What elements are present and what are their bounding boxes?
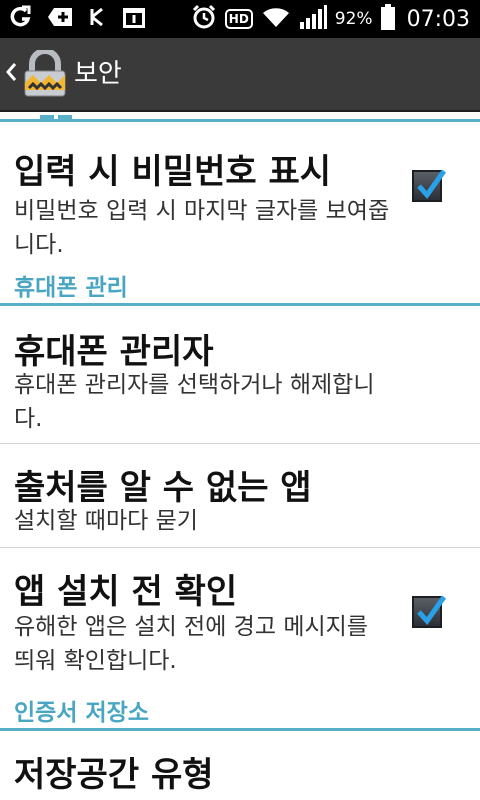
- alarm-icon: [191, 4, 217, 34]
- setting-verify-apps[interactable]: 앱 설치 전 확인 유해한 앱은 설치 전에 경고 메시지를 띄워 확인합니다.: [0, 548, 480, 685]
- page-title: 보안: [74, 59, 122, 89]
- lock-icon[interactable]: [20, 48, 70, 102]
- checkmark-icon: [417, 169, 447, 200]
- section-header-device-admin: 휴대폰 관리: [0, 260, 480, 306]
- status-bar: HD 92% 07:03: [0, 0, 480, 38]
- battery-percent: 92%: [334, 9, 373, 29]
- setting-title: 저장공간 유형: [14, 755, 214, 795]
- setting-title: 출처를 알 수 없는 앱: [14, 468, 312, 508]
- hd-voice-icon: HD: [224, 9, 253, 29]
- setting-title: 휴대폰 관리자: [14, 332, 214, 372]
- section-header-cut-off: [0, 110, 480, 122]
- section-label: 인증서 저장소: [14, 700, 149, 726]
- wifi-icon: [261, 5, 291, 33]
- clock: 07:03: [406, 6, 470, 32]
- checkmark-icon: [417, 595, 447, 626]
- status-right-icons: HD 92% 07:03: [191, 4, 470, 34]
- calendar-icon: [122, 5, 146, 33]
- plus-badge-icon: [46, 6, 74, 32]
- show-password-checkbox[interactable]: [412, 169, 447, 202]
- settings-list[interactable]: 입력 시 비밀번호 표시 비밀번호 입력 시 마지막 글자를 보여줍니다. 휴대…: [0, 110, 480, 800]
- usb-debug-icon: [88, 5, 108, 33]
- circle-arrow-icon: [10, 5, 32, 33]
- status-left-icons: [10, 5, 146, 33]
- setting-device-administrators[interactable]: 휴대폰 관리자 휴대폰 관리자를 선택하거나 해제합니다.: [0, 306, 480, 443]
- section-header-credential-storage: 인증서 저장소: [0, 685, 480, 731]
- setting-storage-type[interactable]: 저장공간 유형: [0, 731, 480, 800]
- setting-unknown-sources[interactable]: 출처를 알 수 없는 앱 설치할 때마다 묻기: [0, 444, 480, 547]
- verify-apps-checkbox[interactable]: [412, 595, 447, 628]
- setting-title: 입력 시 비밀번호 표시: [14, 152, 332, 192]
- chevron-left-icon[interactable]: [4, 60, 18, 88]
- setting-summary: 유해한 앱은 설치 전에 경고 메시지를 띄워 확인합니다.: [14, 614, 368, 674]
- action-bar: 보안: [0, 38, 480, 112]
- setting-title: 앱 설치 전 확인: [14, 572, 238, 612]
- signal-icon: [299, 4, 327, 34]
- setting-summary: 휴대폰 관리자를 선택하거나 해제합니다.: [14, 372, 375, 432]
- setting-summary: 설치할 때마다 묻기: [14, 508, 198, 534]
- section-label-clipped: [40, 110, 88, 119]
- setting-show-password[interactable]: 입력 시 비밀번호 표시 비밀번호 입력 시 마지막 글자를 보여줍니다.: [0, 122, 480, 260]
- battery-icon: [380, 4, 395, 34]
- setting-summary: 비밀번호 입력 시 마지막 글자를 보여줍니다.: [14, 198, 390, 258]
- section-label: 휴대폰 관리: [14, 275, 128, 301]
